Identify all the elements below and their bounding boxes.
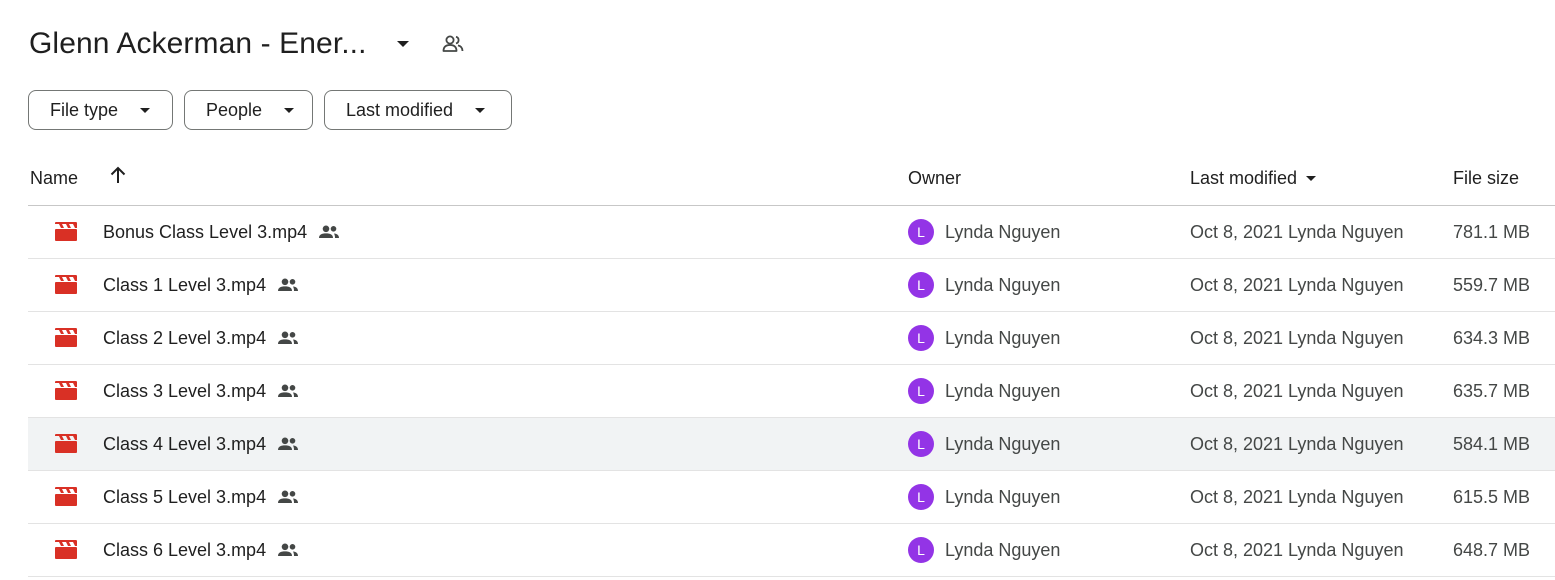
table-row[interactable]: Class 2 Level 3.mp4 L Lynda Nguyen Oct 8…	[28, 312, 1555, 365]
owner-name: Lynda Nguyen	[945, 433, 1061, 454]
owner-name: Lynda Nguyen	[945, 539, 1061, 560]
file-size-cell: 559.7 MB	[1453, 274, 1531, 295]
table-row[interactable]: Class 3 Level 3.mp4 L Lynda Nguyen Oct 8…	[28, 365, 1555, 418]
last-modified-cell: Oct 8, 2021 Lynda Nguyen	[1190, 539, 1404, 560]
file-name: Class 6 Level 3.mp4	[103, 539, 267, 560]
people-filter-label: People	[206, 99, 263, 120]
table-row[interactable]: Class 5 Level 3.mp4 L Lynda Nguyen Oct 8…	[28, 471, 1555, 524]
last-modified-cell: Oct 8, 2021 Lynda Nguyen	[1190, 433, 1404, 454]
table-row[interactable]: Class 4 Level 3.mp4 L Lynda Nguyen Oct 8…	[28, 418, 1555, 471]
file-size-cell: 648.7 MB	[1453, 539, 1531, 560]
file-name: Class 3 Level 3.mp4	[103, 380, 267, 401]
drive-folder-view: Glenn Ackerman - Ener... File type Peopl…	[0, 0, 1555, 580]
avatar: L	[908, 484, 934, 510]
table-row[interactable]: Class 6 Level 3.mp4 L Lynda Nguyen Oct 8…	[28, 524, 1555, 577]
shared-people-icon	[277, 543, 299, 557]
file-name-cell: Class 5 Level 3.mp4	[103, 471, 299, 523]
last-modified-cell: Oct 8, 2021 Lynda Nguyen	[1190, 486, 1404, 507]
shared-people-icon	[277, 437, 299, 451]
owner-cell: L Lynda Nguyen	[908, 418, 1060, 470]
last-modified-filter[interactable]: Last modified	[324, 90, 512, 130]
caret-down-icon	[1305, 175, 1317, 182]
owner-name: Lynda Nguyen	[945, 221, 1061, 242]
file-name: Class 1 Level 3.mp4	[103, 274, 267, 295]
file-size-cell: 781.1 MB	[1453, 221, 1531, 242]
avatar: L	[908, 431, 934, 457]
file-name-cell: Class 6 Level 3.mp4	[103, 524, 299, 576]
video-file-icon	[54, 206, 78, 258]
owner-name: Lynda Nguyen	[945, 327, 1061, 348]
video-file-icon	[54, 418, 78, 470]
caret-down-icon[interactable]	[391, 32, 415, 56]
column-header-last-modified[interactable]: Last modified	[1190, 168, 1317, 189]
column-header-owner[interactable]: Owner	[908, 168, 961, 189]
last-modified-cell: Oct 8, 2021 Lynda Nguyen	[1190, 327, 1404, 348]
video-file-icon	[54, 312, 78, 364]
video-file-icon	[54, 365, 78, 417]
owner-name: Lynda Nguyen	[945, 486, 1061, 507]
avatar: L	[908, 272, 934, 298]
file-name: Class 2 Level 3.mp4	[103, 327, 267, 348]
owner-cell: L Lynda Nguyen	[908, 365, 1060, 417]
owner-cell: L Lynda Nguyen	[908, 259, 1060, 311]
owner-name: Lynda Nguyen	[945, 380, 1061, 401]
file-type-filter[interactable]: File type	[28, 90, 173, 130]
caret-down-icon	[473, 103, 487, 117]
file-rows: Bonus Class Level 3.mp4 L Lynda Nguyen O…	[28, 206, 1555, 577]
last-modified-cell: Oct 8, 2021 Lynda Nguyen	[1190, 274, 1404, 295]
shared-people-icon	[318, 225, 340, 239]
column-header-file-size[interactable]: File size	[1453, 168, 1519, 189]
folder-title[interactable]: Glenn Ackerman - Ener...	[29, 27, 367, 61]
file-list-table: Name Owner Last modified File size Bonus…	[28, 153, 1555, 577]
column-header-last-modified-label: Last modified	[1190, 168, 1298, 188]
file-name-cell: Class 3 Level 3.mp4	[103, 365, 299, 417]
shared-people-icon	[277, 278, 299, 292]
owner-cell: L Lynda Nguyen	[908, 312, 1060, 364]
last-modified-filter-label: Last modified	[346, 99, 454, 120]
people-filter[interactable]: People	[184, 90, 313, 130]
shared-people-icon	[277, 331, 299, 345]
filter-bar: File type People Last modified	[28, 90, 512, 130]
video-file-icon	[54, 471, 78, 523]
shared-people-icon	[277, 384, 299, 398]
shared-people-icon[interactable]	[441, 32, 465, 56]
last-modified-cell: Oct 8, 2021 Lynda Nguyen	[1190, 221, 1404, 242]
caret-down-icon	[138, 103, 152, 117]
owner-cell: L Lynda Nguyen	[908, 206, 1060, 258]
file-type-filter-label: File type	[50, 99, 119, 120]
folder-header: Glenn Ackerman - Ener...	[29, 22, 465, 66]
avatar: L	[908, 537, 934, 563]
file-size-cell: 635.7 MB	[1453, 380, 1531, 401]
last-modified-cell: Oct 8, 2021 Lynda Nguyen	[1190, 380, 1404, 401]
video-file-icon	[54, 524, 78, 576]
file-name-cell: Class 4 Level 3.mp4	[103, 418, 299, 470]
caret-down-icon	[282, 103, 296, 117]
avatar: L	[908, 219, 934, 245]
table-row[interactable]: Bonus Class Level 3.mp4 L Lynda Nguyen O…	[28, 206, 1555, 259]
avatar: L	[908, 378, 934, 404]
shared-people-icon	[277, 490, 299, 504]
owner-cell: L Lynda Nguyen	[908, 524, 1060, 576]
file-name: Class 5 Level 3.mp4	[103, 486, 267, 507]
file-size-cell: 634.3 MB	[1453, 327, 1531, 348]
file-name-cell: Class 1 Level 3.mp4	[103, 259, 299, 311]
owner-cell: L Lynda Nguyen	[908, 471, 1060, 523]
table-header: Name Owner Last modified File size	[28, 153, 1555, 206]
file-name: Class 4 Level 3.mp4	[103, 433, 267, 454]
video-file-icon	[54, 259, 78, 311]
file-name-cell: Bonus Class Level 3.mp4	[103, 206, 340, 258]
file-size-cell: 584.1 MB	[1453, 433, 1531, 454]
table-row[interactable]: Class 1 Level 3.mp4 L Lynda Nguyen Oct 8…	[28, 259, 1555, 312]
avatar: L	[908, 325, 934, 351]
column-header-name[interactable]: Name	[30, 168, 78, 189]
arrow-up-icon[interactable]	[108, 165, 128, 185]
file-size-cell: 615.5 MB	[1453, 486, 1531, 507]
owner-name: Lynda Nguyen	[945, 274, 1061, 295]
file-name: Bonus Class Level 3.mp4	[103, 221, 308, 242]
file-name-cell: Class 2 Level 3.mp4	[103, 312, 299, 364]
